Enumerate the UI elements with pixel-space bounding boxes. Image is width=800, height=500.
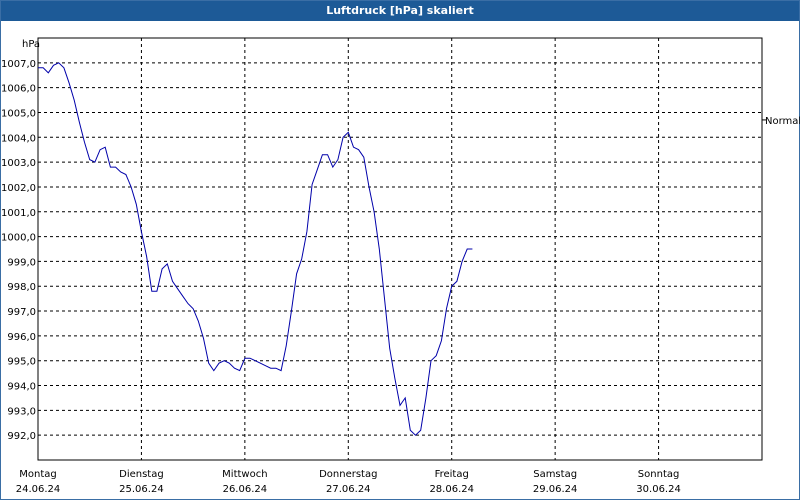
x-tick-labels: Montag 24.06.24 Dienstag 25.06.24 Mittwoch 26… — [16, 469, 681, 495]
y-tick-label: 1006,0 — [1, 84, 36, 95]
x-tick-day-label: Mittwoch — [222, 469, 267, 480]
y-tick-label: 1002,0 — [1, 183, 36, 194]
x-tick-date-label: 29.06.24 — [533, 484, 578, 495]
y-tick-label: 995,0 — [7, 357, 36, 368]
x-tick-date-label: 25.06.24 — [119, 484, 164, 495]
y-tick-label: 1007,0 — [1, 59, 36, 70]
y-tick-label: 1004,0 — [1, 133, 36, 144]
x-tick-day-label: Montag — [19, 469, 56, 480]
y-tick-label: 992,0 — [7, 431, 36, 442]
pressure-series-line — [38, 62, 473, 436]
x-tick-date-label: 28.06.24 — [429, 484, 474, 495]
reference-line-group: Normal — [762, 116, 800, 127]
x-tick-day-label: Samstag — [533, 469, 577, 480]
y-tick-label: 993,0 — [7, 406, 36, 417]
y-tick-label: 997,0 — [7, 307, 36, 318]
x-tick-day-label: Donnerstag — [319, 469, 377, 480]
y-tick-label: 999,0 — [7, 257, 36, 268]
normal-marker-label: Normal — [765, 116, 800, 127]
y-tick-label: 996,0 — [7, 332, 36, 343]
x-tick-date-label: 27.06.24 — [326, 484, 371, 495]
x-tick-day-label: Dienstag — [119, 469, 164, 480]
y-tick-label: 1000,0 — [1, 233, 36, 244]
x-tick-date-label: 26.06.24 — [223, 484, 268, 495]
grid-lines — [38, 38, 762, 460]
y-tick-label: 1005,0 — [1, 108, 36, 119]
x-tick-day-label: Sonntag — [638, 469, 680, 480]
y-tick-labels: 992,0 993,0 994,0 995,0 996,0 997,0 998,0 999,0… — [1, 59, 36, 442]
x-tick-date-label: 24.06.24 — [16, 484, 61, 495]
plot-border — [37, 37, 763, 461]
x-tick-day-label: Freitag — [435, 469, 469, 480]
x-tick-date-label: 30.06.24 — [636, 484, 681, 495]
y-tick-label: 998,0 — [7, 282, 36, 293]
chart-canvas: 992,0 993,0 994,0 995,0 996,0 997,0 998,0 999,0… — [1, 37, 800, 495]
y-tick-label: 1001,0 — [1, 208, 36, 219]
y-tick-label: 1003,0 — [1, 158, 36, 169]
y-tick-label: 994,0 — [7, 382, 36, 393]
